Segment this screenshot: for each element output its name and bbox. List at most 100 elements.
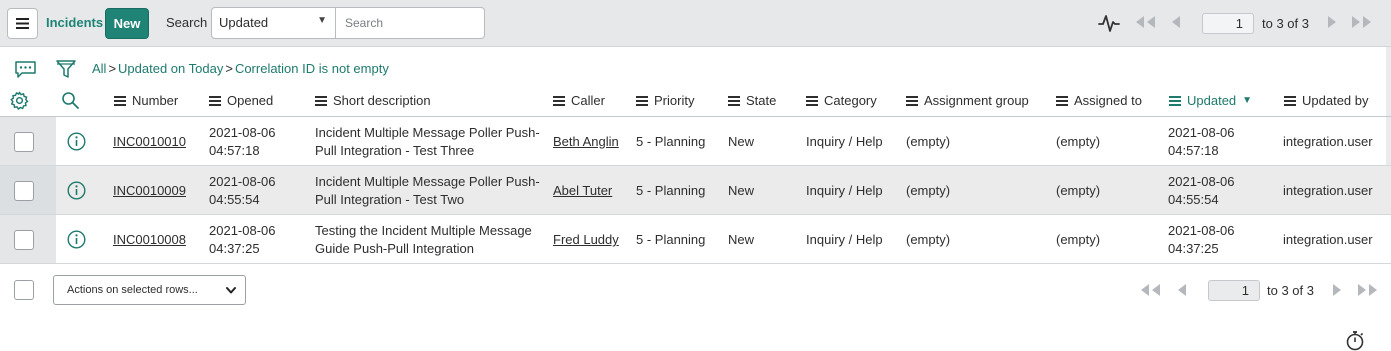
incident-number-link[interactable]: INC0010010 [113, 133, 186, 150]
assigned-to-value: (empty) [1056, 232, 1101, 247]
caller-link[interactable]: Beth Anglin [553, 133, 619, 150]
stopwatch-icon[interactable] [1345, 330, 1365, 351]
filter-breadcrumb: All > Updated on Today > Correlation ID is n… [92, 61, 389, 76]
column-menu-icon[interactable] [114, 95, 126, 106]
incident-number-link[interactable]: INC0010008 [113, 231, 186, 248]
incident-number-link[interactable]: INC0010009 [113, 182, 186, 199]
column-label: Assignment group [924, 93, 1029, 108]
short-description-line1: Incident Multiple Message Poller Push- [315, 174, 540, 189]
short-description-line2: Pull Integration - Test Three [315, 143, 475, 158]
column-header-updated-by[interactable]: Updated by [1284, 93, 1369, 108]
page-range-text: to 3 of 3 [1267, 283, 1314, 298]
column-header-priority[interactable]: Priority [636, 93, 694, 108]
info-icon[interactable] [67, 132, 86, 151]
column-menu-icon[interactable] [1056, 95, 1068, 106]
column-menu-icon[interactable] [315, 95, 327, 106]
category-value: Inquiry / Help [806, 183, 883, 198]
hamburger-menu-button[interactable] [7, 8, 38, 39]
next-page-icon[interactable] [1331, 283, 1343, 297]
activity-pulse-icon[interactable] [1098, 13, 1120, 33]
updated-by-value: integration.user [1283, 183, 1373, 198]
breadcrumb-separator: > [108, 61, 117, 76]
updated-date: 2021-08-06 [1168, 125, 1235, 140]
row-checkbox[interactable] [14, 181, 34, 201]
column-header-assignment-group[interactable]: Assignment group [906, 93, 1029, 108]
opened-date: 2021-08-06 [209, 125, 276, 140]
row-checkbox[interactable] [14, 132, 34, 152]
column-menu-icon[interactable] [553, 95, 565, 106]
gear-icon[interactable] [10, 91, 29, 110]
table-row: INC0010009 2021-08-06 04:55:54 Incident … [0, 166, 1391, 215]
breadcrumb-separator: > [225, 61, 233, 76]
column-menu-icon[interactable] [209, 95, 221, 106]
sort-descending-icon: ▼ [1242, 95, 1253, 106]
row-checkbox[interactable] [14, 230, 34, 250]
chevron-down-icon [226, 287, 236, 294]
column-menu-icon[interactable] [1284, 95, 1296, 106]
priority-value: 5 - Planning [636, 134, 706, 149]
short-description-line2: Pull Integration - Test Two [315, 192, 465, 207]
category-value: Inquiry / Help [806, 232, 883, 247]
column-header-opened[interactable]: Opened [209, 93, 273, 108]
hamburger-icon [16, 18, 29, 29]
previous-page-icon[interactable] [1176, 283, 1188, 297]
short-description-line1: Testing the Incident Multiple Message [315, 223, 532, 238]
column-label: Category [824, 93, 877, 108]
opened-date: 2021-08-06 [209, 223, 276, 238]
previous-page-icon[interactable] [1170, 15, 1182, 29]
opened-time: 04:57:18 [209, 143, 260, 158]
column-menu-icon[interactable] [728, 95, 740, 106]
search-field-value: Updated [219, 15, 269, 30]
column-label: Number [132, 93, 179, 108]
info-icon[interactable] [67, 230, 86, 249]
filter-icon[interactable] [55, 58, 77, 80]
page-number-input[interactable] [1202, 13, 1254, 34]
chat-bubble-icon[interactable] [14, 60, 37, 79]
search-icon[interactable] [61, 91, 80, 110]
column-menu-icon[interactable] [906, 95, 918, 106]
column-header-category[interactable]: Category [806, 93, 877, 108]
breadcrumb-all[interactable]: All [92, 61, 106, 76]
column-label: Assigned to [1074, 93, 1142, 108]
next-page-icon[interactable] [1326, 15, 1338, 29]
search-field-select[interactable]: Updated ▼ [211, 7, 336, 39]
column-header-short-description[interactable]: Short description [315, 93, 431, 108]
new-button[interactable]: New [105, 8, 149, 39]
column-label: Caller [571, 93, 605, 108]
breadcrumb-updated-on-today[interactable]: Updated on Today [118, 61, 223, 76]
column-menu-icon[interactable] [806, 95, 818, 106]
caller-link[interactable]: Fred Luddy [553, 231, 619, 248]
updated-by-value: integration.user [1283, 134, 1373, 149]
actions-on-selected-rows-select[interactable]: Actions on selected rows... [53, 275, 246, 305]
breadcrumb-correlation-id[interactable]: Correlation ID is not empty [235, 61, 389, 76]
opened-time: 04:55:54 [209, 192, 260, 207]
column-header-assigned-to[interactable]: Assigned to [1056, 93, 1142, 108]
first-page-icon[interactable] [1133, 15, 1157, 29]
short-description-line1: Incident Multiple Message Poller Push- [315, 125, 540, 140]
caller-link[interactable]: Abel Tuter [553, 182, 612, 199]
info-icon[interactable] [67, 181, 86, 200]
actions-select-label: Actions on selected rows... [67, 284, 198, 296]
updated-time: 04:37:25 [1168, 241, 1219, 256]
search-input[interactable] [335, 7, 485, 39]
state-value: New [728, 134, 755, 149]
opened-date: 2021-08-06 [209, 174, 276, 189]
first-page-icon[interactable] [1138, 283, 1162, 297]
column-header-caller[interactable]: Caller [553, 93, 605, 108]
assignment-group-value: (empty) [906, 183, 951, 198]
column-label: State [746, 93, 777, 108]
select-all-checkbox[interactable] [14, 280, 34, 300]
column-label: Short description [333, 93, 431, 108]
column-header-state[interactable]: State [728, 93, 776, 108]
last-page-icon[interactable] [1356, 283, 1380, 297]
column-header-number[interactable]: Number [114, 93, 178, 108]
page-number-input[interactable] [1208, 280, 1260, 301]
assignment-group-value: (empty) [906, 232, 951, 247]
page-range-text: to 3 of 3 [1262, 16, 1309, 31]
column-menu-icon[interactable] [1169, 95, 1181, 106]
updated-time: 04:57:18 [1168, 143, 1219, 158]
column-header-updated[interactable]: Updated ▼ [1169, 93, 1252, 108]
last-page-icon[interactable] [1350, 15, 1374, 29]
column-menu-icon[interactable] [636, 95, 648, 106]
updated-by-value: integration.user [1283, 232, 1373, 247]
